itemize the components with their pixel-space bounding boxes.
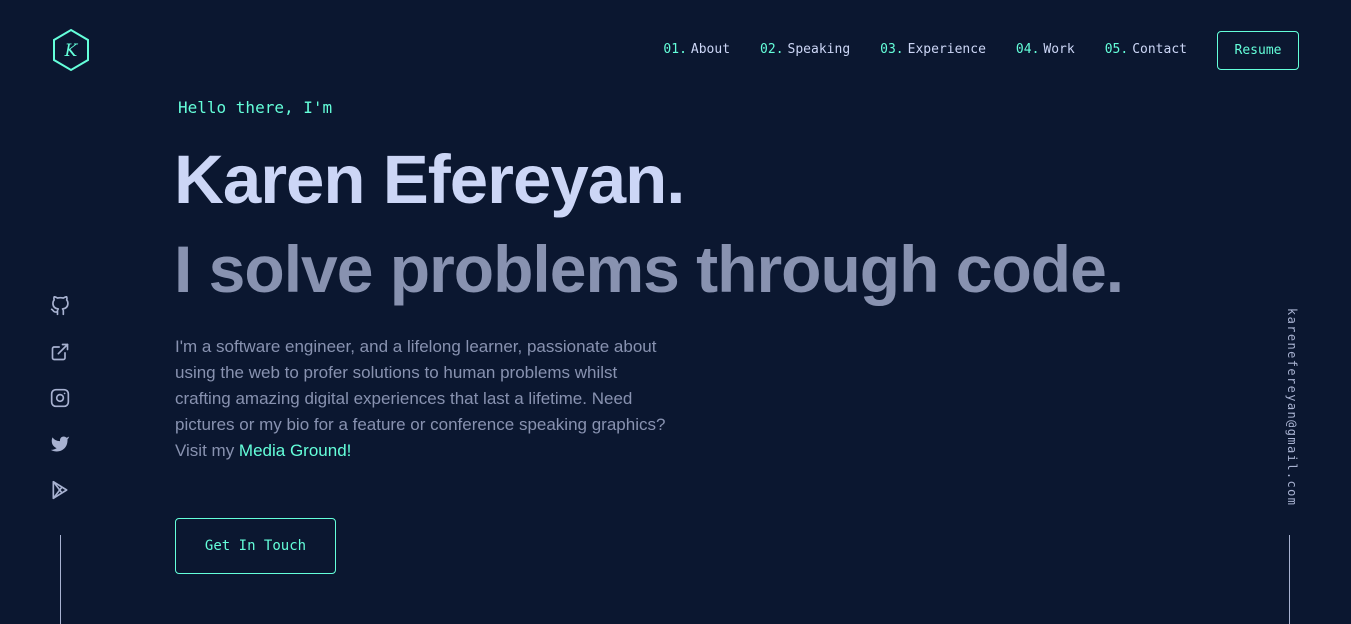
right-vertical-line — [1289, 535, 1290, 624]
nav-number: 02. — [760, 42, 784, 57]
nav-number: 04. — [1015, 42, 1040, 57]
twitter-link[interactable] — [49, 434, 71, 454]
nav-item-work[interactable]: 04. Work — [1016, 40, 1075, 60]
instagram-icon — [50, 388, 70, 408]
nav-label: Experience — [907, 42, 986, 57]
nav-label: Contact — [1132, 42, 1187, 57]
play-store-icon — [52, 480, 68, 500]
nav-label: About — [690, 42, 731, 57]
external-link[interactable] — [49, 342, 71, 362]
resume-button[interactable]: Resume — [1217, 31, 1299, 70]
nav-label: Speaking — [787, 42, 851, 57]
github-icon — [50, 296, 69, 316]
play-store-link[interactable] — [49, 480, 71, 500]
github-link[interactable] — [49, 296, 71, 316]
twitter-icon — [50, 436, 70, 452]
hero-bio: I'm a software engineer, and a lifelong … — [175, 334, 675, 464]
email-link[interactable]: karenefereyan@gmail.com — [1279, 308, 1299, 508]
nav-number: 05. — [1104, 42, 1129, 57]
nav-number: 01. — [663, 42, 687, 57]
instagram-link[interactable] — [49, 388, 71, 408]
nav-label: Work — [1043, 42, 1075, 57]
left-vertical-line — [60, 535, 61, 624]
get-in-touch-button[interactable]: Get In Touch — [175, 518, 336, 574]
nav-item-speaking[interactable]: 02. Speaking — [760, 40, 850, 60]
nav-item-contact[interactable]: 05. Contact — [1105, 40, 1187, 60]
hero-name: Karen Efereyan. — [174, 141, 685, 218]
hero-tagline: I solve problems through code. — [174, 232, 1124, 306]
hexagon-logo-icon: K — [53, 28, 89, 72]
nav-item-experience[interactable]: 03. Experience — [880, 40, 986, 60]
logo[interactable]: K — [51, 28, 91, 72]
social-links — [49, 296, 71, 500]
main-nav: 01. About 02. Speaking 03. Experience 04. Wo… — [663, 40, 1187, 60]
nav-number: 03. — [880, 42, 904, 57]
nav-item-about[interactable]: 01. About — [663, 40, 730, 60]
hero-greeting: Hello there, I'm — [178, 98, 333, 117]
external-link-icon — [51, 343, 69, 361]
media-ground-link[interactable]: Media Ground! — [239, 441, 351, 460]
logo-letter: K — [64, 41, 79, 61]
